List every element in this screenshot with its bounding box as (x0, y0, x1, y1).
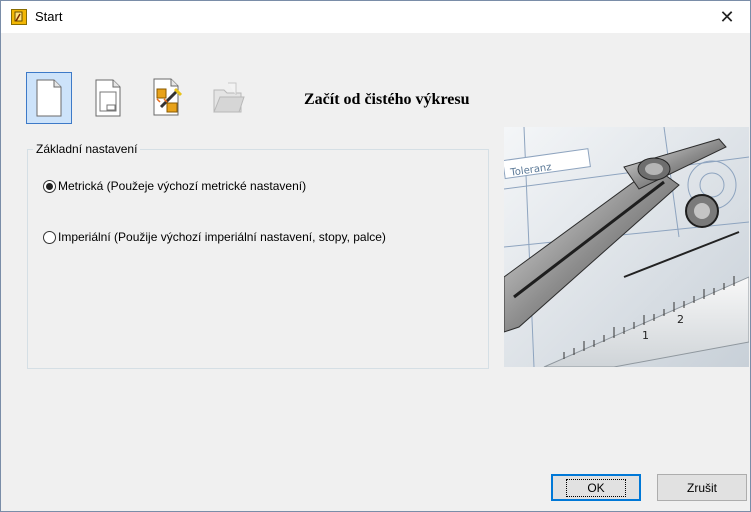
window-title: Start (35, 9, 63, 24)
metric-option[interactable]: Metrická (Použeje výchozí metrické nasta… (43, 179, 306, 193)
start-dialog: Start ✕ Začít od čistého výkresu Základn… (0, 0, 751, 512)
close-button[interactable]: ✕ (704, 1, 750, 33)
template-button[interactable] (85, 72, 131, 124)
group-legend: Základní nastavení (33, 142, 141, 156)
open-drawing-button[interactable] (205, 72, 251, 124)
cancel-button[interactable]: Zrušit (657, 474, 747, 501)
template-icon (95, 79, 121, 117)
imperial-label: Imperiální (Použije výchozí imperiální n… (58, 230, 386, 244)
photo-ruler-number-2: 2 (677, 313, 684, 326)
wizard-button[interactable] (145, 72, 191, 124)
title-bar: Start ✕ (1, 1, 750, 33)
imperial-radio[interactable] (43, 230, 56, 244)
close-icon: ✕ (719, 6, 735, 27)
drafting-photo: Toleranz 1 2 (504, 127, 749, 367)
ok-label: OK (566, 478, 626, 497)
cancel-label: Zrušit (687, 480, 717, 495)
metric-label: Metrická (Použeje výchozí metrické nasta… (58, 179, 307, 193)
open-folder-icon (213, 82, 245, 113)
blank-drawing-icon (36, 79, 62, 117)
photo-ruler-number-1: 1 (642, 329, 649, 342)
page-heading: Začít od čistého výkresu (304, 91, 470, 108)
imperial-option[interactable]: Imperiální (Použije výchozí imperiální n… (43, 230, 386, 244)
wizard-icon (153, 78, 183, 116)
metric-radio[interactable] (43, 179, 56, 193)
blank-drawing-button[interactable] (26, 72, 72, 124)
ok-button[interactable]: OK (551, 474, 641, 501)
app-icon (11, 9, 27, 25)
